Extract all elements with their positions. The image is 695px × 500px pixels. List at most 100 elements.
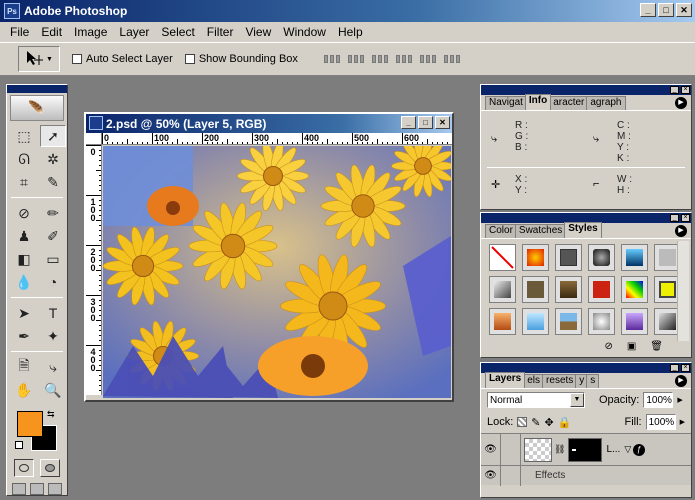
doc-minimize-button[interactable]: _ — [401, 116, 416, 129]
menu-help[interactable]: Help — [332, 25, 369, 39]
hand-tool-icon[interactable]: ✋ — [11, 379, 37, 401]
minimize-button[interactable]: _ — [640, 3, 656, 17]
eraser-tool-icon[interactable]: ◧ — [11, 248, 37, 270]
document-canvas[interactable] — [103, 146, 451, 398]
swap-colors-icon[interactable]: ⇆ — [47, 409, 55, 420]
fill-input[interactable]: 100% — [645, 414, 676, 430]
style-swatch[interactable] — [522, 244, 549, 271]
tab-channels[interactable]: els — [523, 374, 545, 388]
style-swatch[interactable] — [522, 308, 549, 335]
style-swatch[interactable] — [489, 276, 516, 303]
style-swatch[interactable] — [555, 244, 582, 271]
menu-layer[interactable]: Layer — [113, 25, 155, 39]
style-swatch[interactable] — [621, 276, 648, 303]
panel-minimize-button[interactable]: _ — [670, 214, 679, 222]
menu-filter[interactable]: Filter — [201, 25, 240, 39]
clear-style-icon[interactable]: ⊘ — [604, 341, 612, 352]
opacity-input[interactable]: 100% — [643, 392, 674, 408]
panel-menu-arrow-icon[interactable]: ▶ — [675, 375, 687, 387]
custom-shape-tool-icon[interactable]: ✦ — [40, 325, 66, 347]
standard-mode-button[interactable] — [14, 459, 34, 477]
close-button[interactable]: ✕ — [676, 3, 692, 17]
show-bounding-box-checkbox[interactable]: Show Bounding Box — [184, 53, 298, 65]
style-swatch[interactable] — [588, 244, 615, 271]
style-swatch[interactable] — [588, 276, 615, 303]
new-style-icon[interactable]: ▣ — [627, 341, 636, 352]
toolbox-header[interactable] — [7, 85, 67, 93]
lock-transparency-icon[interactable] — [517, 417, 528, 427]
styles-scrollbar[interactable] — [677, 241, 689, 341]
tab-styles[interactable]: Styles — [564, 222, 602, 238]
panel-minimize-button[interactable]: _ — [670, 364, 679, 372]
menu-image[interactable]: Image — [68, 25, 113, 39]
marquee-tool-icon[interactable]: ⬚ — [11, 125, 37, 147]
notes-tool-icon[interactable]: 🗎 — [11, 356, 37, 378]
tab-character[interactable]: aracter — [549, 96, 589, 110]
doc-close-button[interactable]: ✕ — [435, 116, 450, 129]
style-swatch[interactable] — [489, 308, 516, 335]
style-swatch[interactable] — [621, 308, 648, 335]
tab-swatches[interactable]: Swatches — [514, 224, 567, 238]
ruler-origin[interactable] — [86, 133, 102, 145]
crop-tool-icon[interactable]: ⌗ — [11, 171, 37, 193]
tab-actions[interactable]: s — [586, 374, 600, 388]
panel-grip[interactable]: _ × — [481, 85, 691, 95]
default-colors-icon[interactable] — [15, 441, 23, 449]
tab-paragraph[interactable]: agraph — [586, 96, 626, 110]
tab-navigator[interactable]: Navigat — [485, 96, 527, 110]
foreground-color[interactable] — [17, 411, 43, 437]
layer-link-cell[interactable] — [501, 433, 521, 466]
auto-select-layer-checkbox[interactable]: Auto Select Layer — [72, 53, 173, 65]
lock-brush-icon[interactable]: ✎ — [531, 416, 540, 429]
layer-mask-thumbnail[interactable] — [568, 437, 603, 462]
layer-row[interactable]: 👁 ⛓ L... ▽ ƒ — [481, 433, 691, 466]
lock-move-icon[interactable]: ✥ — [545, 416, 554, 429]
vertical-ruler[interactable]: 0 100 200 300 400 — [86, 145, 102, 395]
dodge-tool-icon[interactable]: ◔ — [40, 271, 66, 293]
tab-layers[interactable]: Layers — [485, 372, 526, 388]
gradient-tool-icon[interactable]: ▭ — [40, 248, 66, 270]
tool-preset-picker[interactable]: ▼ — [18, 46, 60, 72]
eyedropper-tool-icon[interactable]: ⤷ — [40, 356, 66, 378]
quick-mask-mode-button[interactable] — [40, 459, 60, 477]
panel-close-button[interactable]: × — [681, 214, 690, 222]
zoom-tool-icon[interactable]: 🔍 — [40, 379, 66, 401]
clone-stamp-tool-icon[interactable]: ♟ — [11, 225, 37, 247]
panel-close-button[interactable]: × — [681, 86, 690, 94]
healing-brush-tool-icon[interactable]: ⊘ — [11, 202, 37, 224]
panel-menu-arrow-icon[interactable]: ▶ — [675, 97, 687, 109]
horizontal-ruler[interactable]: 0 100 200 300 400 500 600 — [102, 133, 452, 145]
slice-tool-icon[interactable]: ✎ — [40, 171, 66, 193]
align-vcenter-icon[interactable] — [347, 54, 364, 64]
style-swatch[interactable] — [588, 308, 615, 335]
menu-view[interactable]: View — [239, 25, 277, 39]
panel-menu-arrow-icon[interactable]: ▶ — [675, 225, 687, 237]
style-swatch[interactable] — [522, 276, 549, 303]
style-swatch-none[interactable] — [489, 244, 516, 271]
pen-tool-icon[interactable]: ✒ — [11, 325, 37, 347]
align-bottom-icon[interactable] — [371, 54, 388, 64]
align-hcenter-icon[interactable] — [419, 54, 436, 64]
menu-window[interactable]: Window — [277, 25, 332, 39]
trash-icon[interactable]: 🗑 — [650, 341, 663, 352]
maximize-button[interactable]: □ — [658, 3, 674, 17]
brush-tool-icon[interactable]: ✏ — [40, 202, 66, 224]
standard-screen-icon[interactable] — [12, 483, 26, 495]
eye-icon[interactable]: 👁 — [481, 465, 501, 486]
type-tool-icon[interactable]: T — [40, 302, 66, 324]
eye-icon[interactable]: 👁 — [481, 433, 501, 466]
blur-tool-icon[interactable]: 💧 — [11, 271, 37, 293]
panel-close-button[interactable]: × — [681, 364, 690, 372]
align-top-icon[interactable] — [323, 54, 340, 64]
align-right-icon[interactable] — [443, 54, 460, 64]
expand-effects-icon[interactable]: ▽ — [624, 444, 631, 455]
style-swatch[interactable] — [621, 244, 648, 271]
tab-color[interactable]: Color — [485, 224, 517, 238]
align-left-icon[interactable] — [395, 54, 412, 64]
menu-file[interactable]: File — [4, 25, 35, 39]
effects-row[interactable]: 👁 Effects — [481, 465, 691, 486]
magic-wand-tool-icon[interactable]: ✲ — [40, 148, 66, 170]
move-tool-icon[interactable]: ➚ — [40, 125, 66, 147]
full-screen-menu-icon[interactable] — [30, 483, 44, 495]
fill-arrow-icon[interactable]: ▶ — [680, 418, 685, 426]
